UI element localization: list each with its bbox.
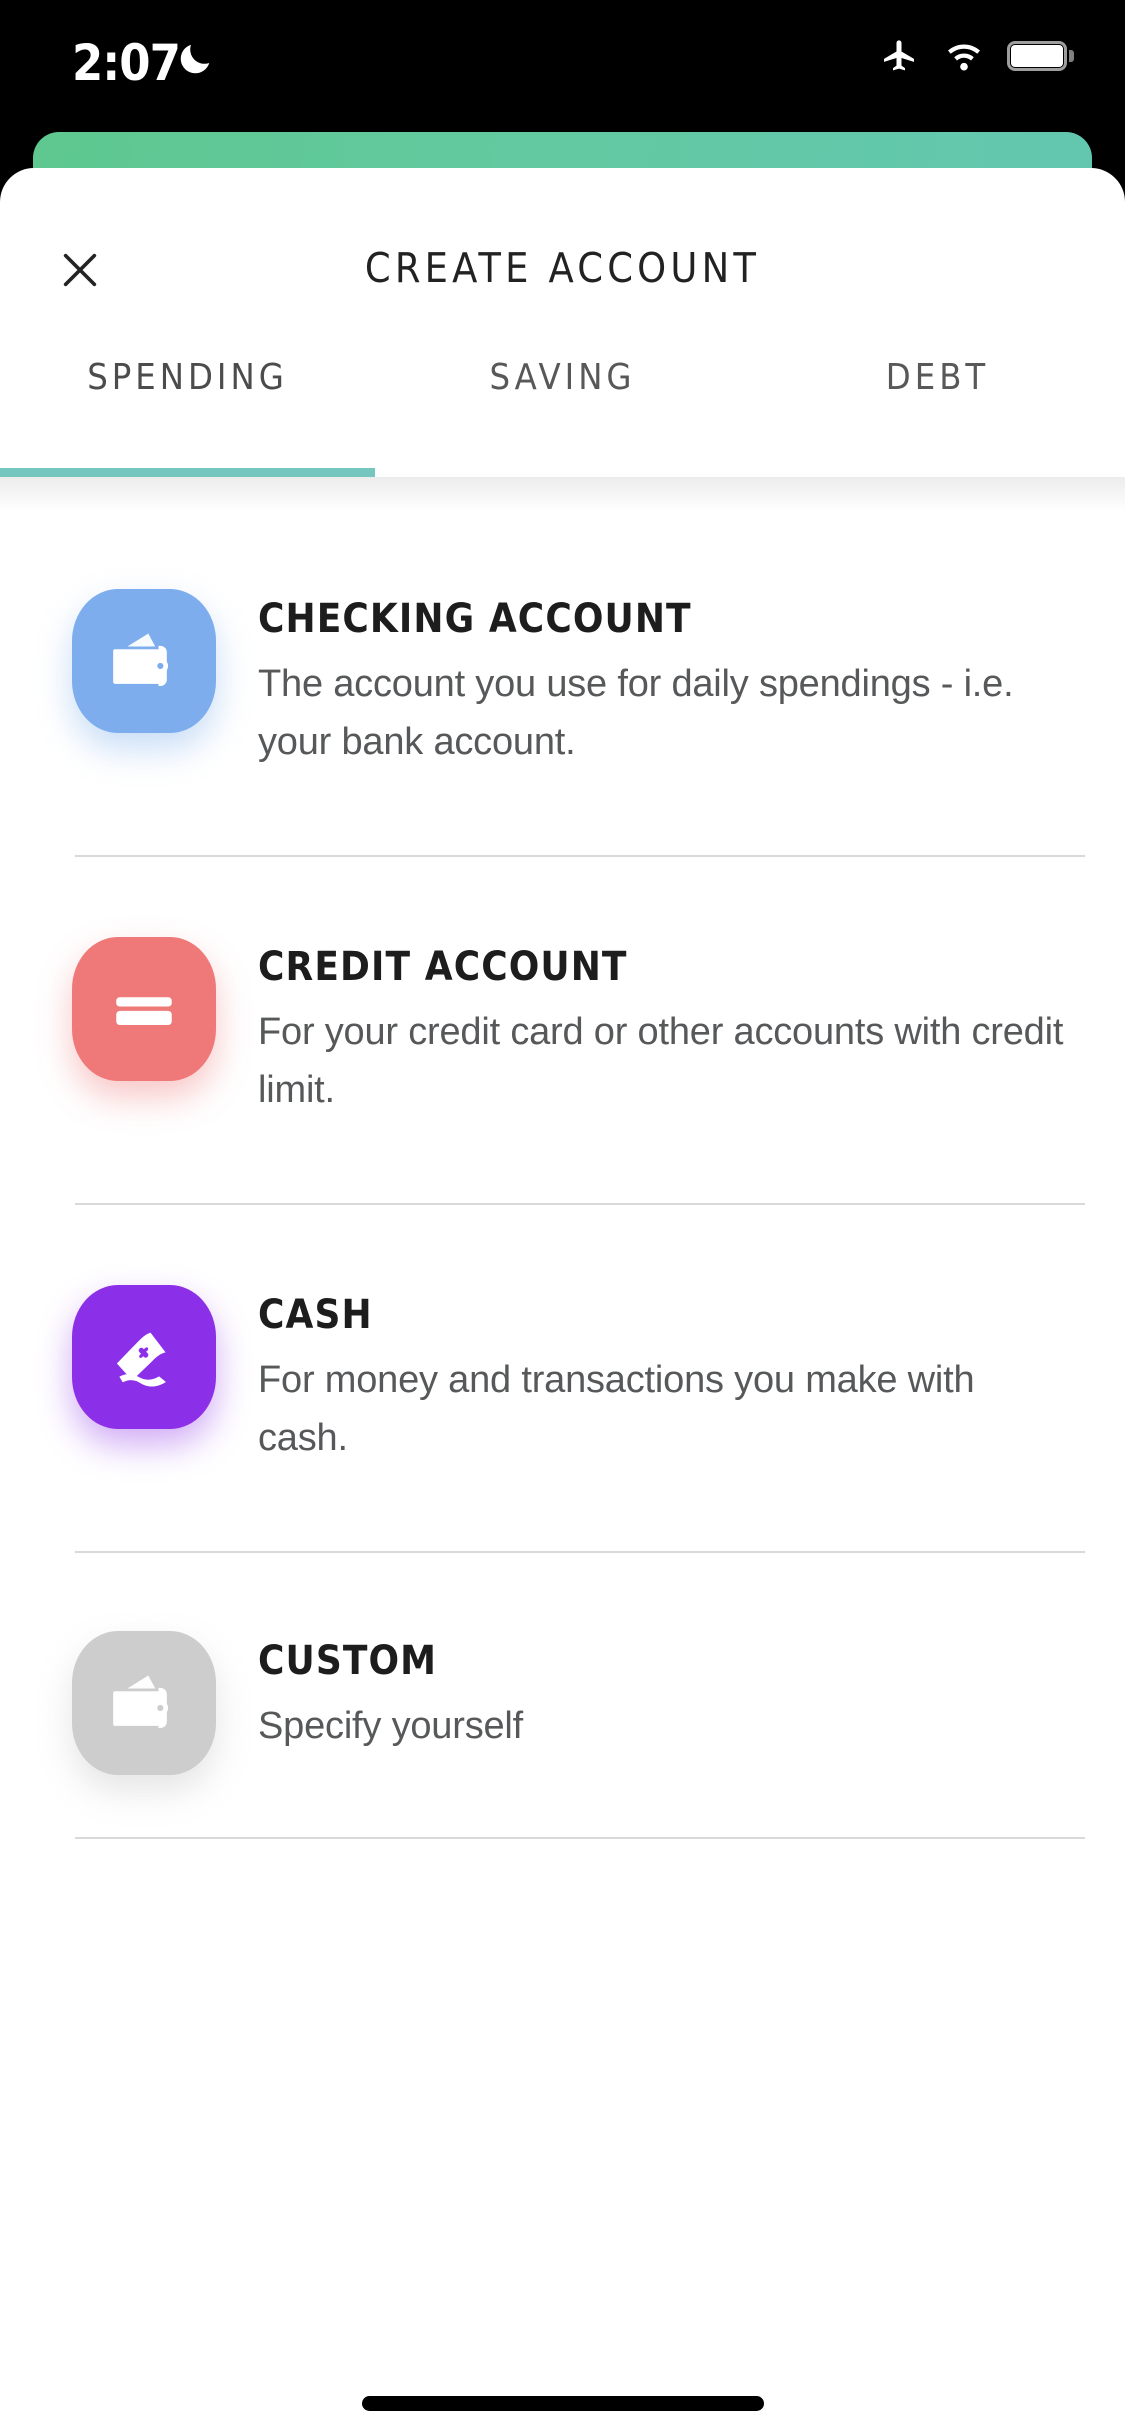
wallet-icon bbox=[113, 633, 169, 686]
account-type-list: CHECKING ACCOUNT The account you use for… bbox=[0, 511, 1125, 1839]
icon-container bbox=[72, 1285, 216, 1429]
tab-saving[interactable]: SAVING bbox=[375, 319, 750, 477]
list-item-title: CHECKING ACCOUNT bbox=[258, 596, 692, 642]
wallet-icon bbox=[113, 1675, 169, 1728]
cash-icon-badge bbox=[72, 1285, 216, 1429]
icon-container bbox=[72, 589, 216, 733]
credit-account-icon-badge bbox=[72, 937, 216, 1081]
tab-saving-label: SAVING bbox=[489, 356, 636, 398]
banknote-icon bbox=[116, 1332, 166, 1387]
list-item-text: CUSTOM Specify yourself bbox=[258, 1631, 1065, 1755]
tab-debt[interactable]: DEBT bbox=[750, 319, 1125, 477]
list-item-title: CREDIT ACCOUNT bbox=[258, 944, 628, 990]
create-account-sheet: CREATE ACCOUNT SPENDING SAVING DEBT CHEC… bbox=[0, 168, 1125, 2436]
list-item-cash[interactable]: CASH For money and transactions you make… bbox=[0, 1285, 1125, 1467]
phone-screen: 2:07 CREATE ACCOUNT SPENDING SAVING DEBT… bbox=[0, 0, 1125, 2436]
status-bar-icons bbox=[877, 36, 1074, 76]
moon-icon bbox=[180, 44, 210, 74]
list-item-description: The account you use for daily spendings … bbox=[258, 663, 1014, 763]
icon-container bbox=[72, 1631, 216, 1775]
list-item-description: Specify yourself bbox=[258, 1705, 524, 1747]
list-divider bbox=[75, 1837, 1085, 1839]
list-item-description: For your credit card or other accounts w… bbox=[258, 1011, 1064, 1111]
battery-icon bbox=[1007, 41, 1074, 71]
list-item-text: CASH For money and transactions you make… bbox=[258, 1285, 1065, 1467]
tab-bar: SPENDING SAVING DEBT bbox=[0, 319, 1125, 477]
list-item-title: CUSTOM bbox=[258, 1638, 438, 1684]
sheet-header: CREATE ACCOUNT bbox=[0, 168, 1125, 319]
list-item-credit-account[interactable]: CREDIT ACCOUNT For your credit card or o… bbox=[0, 937, 1125, 1119]
list-item-title: CASH bbox=[258, 1292, 373, 1338]
credit-card-icon bbox=[116, 997, 172, 1026]
list-item-description: For money and transactions you make with… bbox=[258, 1359, 975, 1459]
icon-container bbox=[72, 937, 216, 1081]
custom-icon-badge bbox=[72, 1631, 216, 1775]
status-bar-time: 2:07 bbox=[72, 34, 181, 92]
airplane-mode-icon bbox=[884, 40, 914, 71]
list-item-custom[interactable]: CUSTOM Specify yourself bbox=[0, 1631, 1125, 1775]
active-tab-indicator bbox=[0, 468, 375, 477]
wifi-icon bbox=[948, 44, 980, 71]
page-title: CREATE ACCOUNT bbox=[364, 244, 761, 292]
checking-account-icon-badge bbox=[72, 589, 216, 733]
home-indicator[interactable] bbox=[361, 2396, 764, 2411]
tab-spending[interactable]: SPENDING bbox=[0, 319, 375, 477]
list-item-text: CHECKING ACCOUNT The account you use for… bbox=[258, 589, 1065, 771]
tab-bar-shadow bbox=[0, 477, 1125, 511]
tab-spending-label: SPENDING bbox=[87, 356, 288, 398]
list-item-text: CREDIT ACCOUNT For your credit card or o… bbox=[258, 937, 1065, 1119]
status-bar: 2:07 bbox=[0, 0, 1125, 132]
list-item-checking-account[interactable]: CHECKING ACCOUNT The account you use for… bbox=[0, 589, 1125, 771]
tab-debt-label: DEBT bbox=[885, 356, 990, 398]
